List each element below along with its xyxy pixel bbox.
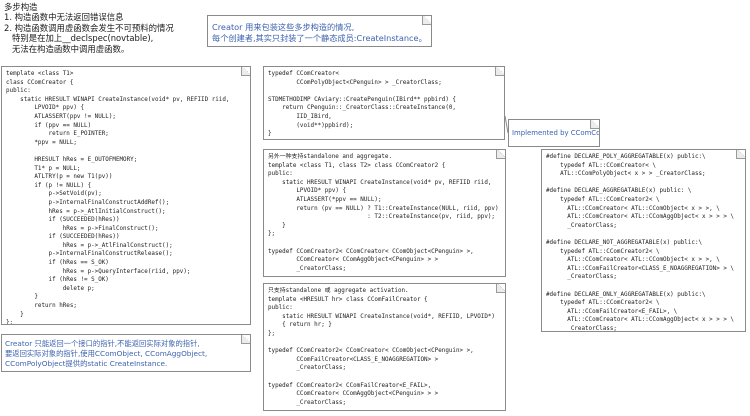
ccomfailcreator-code-box: 只支持standalone 或 aggregate activation. te… — [263, 283, 506, 411]
ccomcreator2-code: 另外一种支持standalone and aggregate. template… — [268, 154, 499, 272]
declare-macros-code-box: #define DECLARE_POLY_AGGREGATABLE(x) pub… — [541, 149, 746, 332]
declare-macros-code: #define DECLARE_POLY_AGGREGATABLE(x) pub… — [546, 154, 734, 332]
interface-pointer-note: Creator 只能返回一个接口的指针,不能返回实际对象的指针, 要返回实际对象… — [1, 334, 251, 372]
ccomfailcreator-code: 只支持standalone 或 aggregate activation. te… — [268, 288, 495, 406]
ccomcreator2-code-box: 另外一种支持standalone and aggregate. template… — [263, 149, 506, 277]
